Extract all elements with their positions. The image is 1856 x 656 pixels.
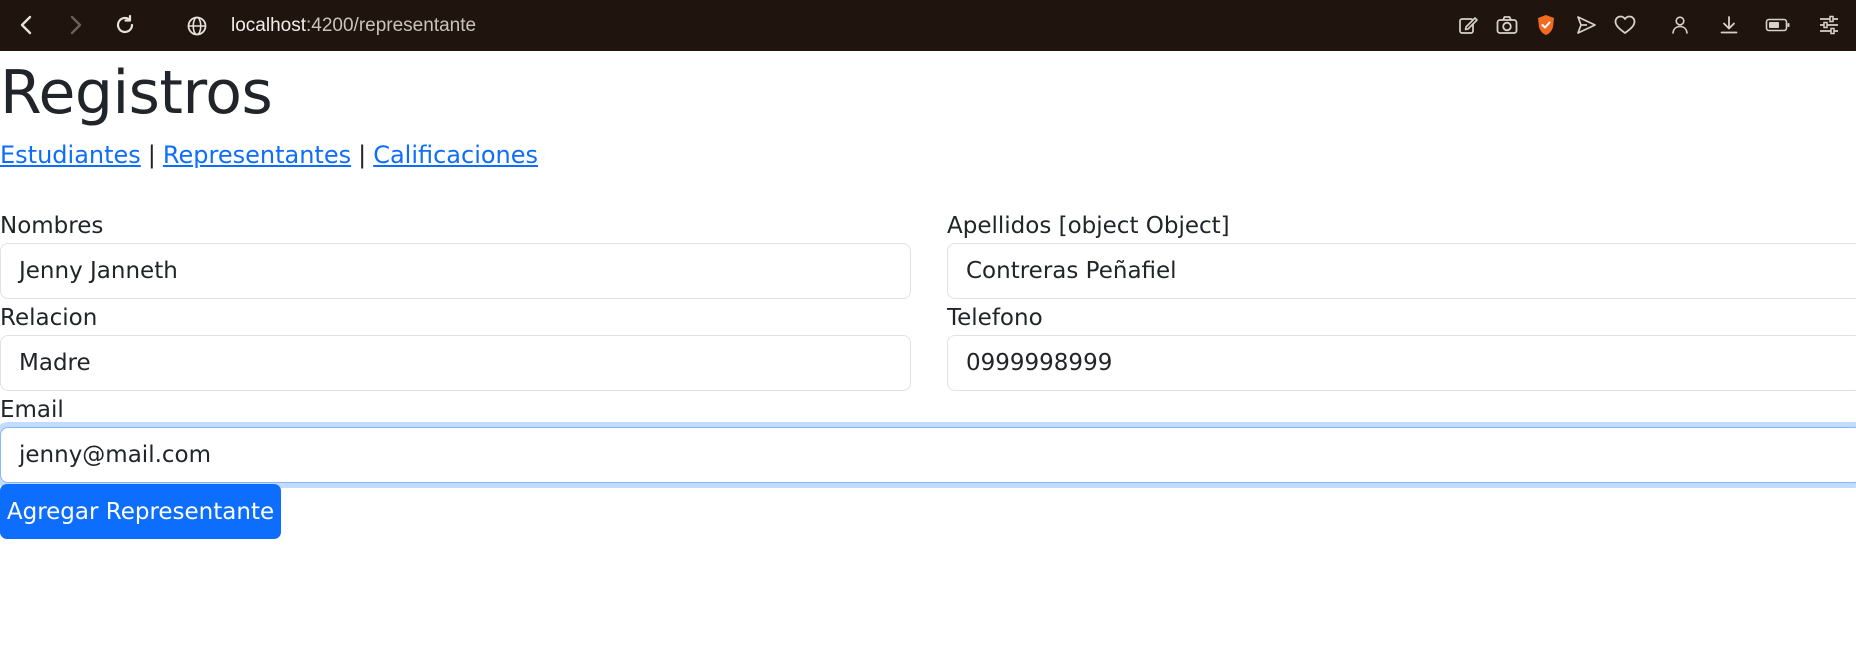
site-info-icon[interactable] bbox=[180, 9, 214, 43]
relacion-label: Relacion bbox=[0, 305, 98, 331]
edit-page-icon[interactable] bbox=[1451, 8, 1485, 42]
email-value: jenny@mail.com bbox=[19, 442, 212, 468]
relacion-value: Madre bbox=[19, 350, 91, 376]
link-calificaciones[interactable]: Calificaciones bbox=[373, 141, 538, 169]
email-input[interactable]: jenny@mail.com bbox=[0, 427, 1856, 483]
reload-button[interactable] bbox=[108, 8, 142, 42]
url-host: localhost bbox=[231, 15, 306, 36]
nombres-label: Nombres bbox=[0, 213, 104, 239]
email-label: Email bbox=[0, 397, 64, 423]
address-bar[interactable]: localhost:4200/representante bbox=[231, 10, 476, 42]
link-estudiantes[interactable]: Estudiantes bbox=[0, 141, 141, 169]
browser-toolbar: localhost:4200/representante bbox=[0, 0, 1856, 51]
profile-icon[interactable] bbox=[1663, 8, 1697, 42]
separator: | bbox=[147, 141, 156, 169]
link-representantes[interactable]: Representantes bbox=[163, 141, 351, 169]
agregar-representante-button[interactable]: Agregar Representante bbox=[0, 484, 281, 539]
separator: | bbox=[358, 141, 367, 169]
apellidos-value: Contreras Peñafiel bbox=[966, 258, 1177, 284]
reload-icon bbox=[116, 14, 134, 34]
forward-button[interactable] bbox=[58, 8, 92, 42]
relacion-input[interactable]: Madre bbox=[0, 335, 911, 391]
back-arrow-icon bbox=[20, 15, 32, 35]
url-path: :4200/representante bbox=[306, 15, 477, 36]
nombres-input[interactable]: Jenny Janneth bbox=[0, 243, 911, 299]
nombres-value: Jenny Janneth bbox=[19, 258, 178, 284]
apellidos-label: Apellidos [object Object] bbox=[947, 213, 1230, 239]
telefono-value: 0999998999 bbox=[966, 350, 1113, 376]
camera-icon[interactable] bbox=[1490, 8, 1524, 42]
battery-icon bbox=[1761, 8, 1795, 42]
back-button[interactable] bbox=[10, 8, 44, 42]
globe-icon bbox=[187, 16, 207, 36]
forward-arrow-icon bbox=[70, 15, 82, 35]
download-icon[interactable] bbox=[1712, 8, 1746, 42]
apellidos-input[interactable]: Contreras Peñafiel bbox=[947, 243, 1856, 299]
nav-links: Estudiantes | Representantes | Calificacione… bbox=[0, 138, 538, 172]
telefono-input[interactable]: 0999998999 bbox=[947, 335, 1856, 391]
settings-sliders-icon[interactable] bbox=[1812, 8, 1846, 42]
send-icon[interactable] bbox=[1569, 8, 1603, 42]
telefono-label: Telefono bbox=[947, 305, 1043, 331]
heart-icon[interactable] bbox=[1608, 8, 1642, 42]
brave-shield-icon[interactable] bbox=[1529, 8, 1563, 42]
page-title: Registros bbox=[0, 58, 273, 128]
